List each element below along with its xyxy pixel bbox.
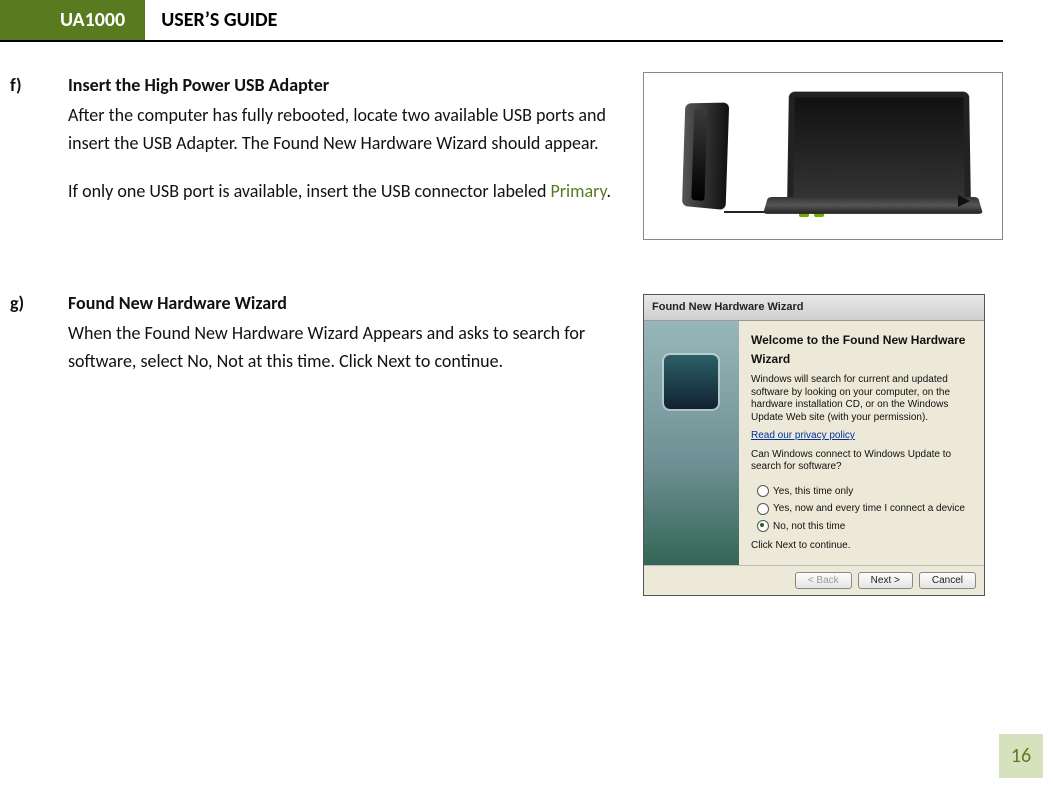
figure-adapter-laptop [643, 72, 1003, 240]
device-icon [664, 355, 718, 409]
wizard-welcome-heading: Welcome to the Found New Hardware Wizard [751, 331, 972, 368]
section-f-text: Insert the High Power USB Adapter After … [68, 72, 619, 240]
privacy-policy-link[interactable]: Read our privacy policy [751, 430, 855, 441]
wizard-question: Can Windows connect to Windows Update to… [751, 449, 972, 474]
document-title: USER’S GUIDE [145, 0, 293, 40]
product-badge: UA1000 [0, 0, 145, 40]
wizard-intro-text: Windows will search for current and upda… [751, 374, 972, 424]
radio-option-no[interactable]: No, not this time [757, 519, 972, 535]
back-button[interactable]: < Back [795, 572, 852, 589]
figure-wizard-screenshot: Found New Hardware Wizard Welcome to the… [643, 290, 1003, 596]
section-f-para1: After the computer has fully rebooted, l… [68, 102, 619, 158]
page-header: UA1000 USER’S GUIDE [0, 0, 1003, 42]
section-g-para1: When the Found New Hardware Wizard Appea… [68, 320, 619, 376]
section-g-heading: Found New Hardware Wizard [68, 290, 619, 318]
laptop-icon [788, 91, 978, 225]
wizard-titlebar: Found New Hardware Wizard [644, 295, 984, 321]
list-marker: g) [10, 290, 44, 596]
section-f-para2-post: . [607, 180, 612, 202]
section-f-para2: If only one USB port is available, inser… [68, 178, 619, 206]
radio-label: Yes, now and every time I connect a devi… [773, 501, 965, 517]
next-button[interactable]: Next > [858, 572, 913, 589]
wizard-side-graphic [644, 321, 739, 565]
wizard-radio-group: Yes, this time only Yes, now and every t… [757, 484, 972, 535]
cancel-button[interactable]: Cancel [919, 572, 976, 589]
radio-option-yes-once[interactable]: Yes, this time only [757, 484, 972, 500]
page-number: 16 [999, 734, 1043, 778]
section-f: f) Insert the High Power USB Adapter Aft… [10, 72, 1003, 240]
usb-adapter-icon [682, 102, 729, 209]
radio-icon [757, 520, 769, 532]
section-g: g) Found New Hardware Wizard When the Fo… [10, 290, 1003, 596]
wizard-window: Found New Hardware Wizard Welcome to the… [643, 294, 985, 596]
page-content: f) Insert the High Power USB Adapter Aft… [0, 42, 1053, 596]
primary-label: Primary [550, 180, 606, 202]
radio-label: No, not this time [773, 519, 845, 535]
wizard-click-next-text: Click Next to continue. [751, 540, 972, 553]
radio-icon [757, 503, 769, 515]
arrow-icon [958, 195, 970, 207]
radio-icon [757, 485, 769, 497]
section-g-text: Found New Hardware Wizard When the Found… [68, 290, 619, 596]
list-marker: f) [10, 72, 44, 240]
radio-option-yes-always[interactable]: Yes, now and every time I connect a devi… [757, 501, 972, 517]
section-f-heading: Insert the High Power USB Adapter [68, 72, 619, 100]
radio-label: Yes, this time only [773, 484, 853, 500]
wizard-button-bar: < Back Next > Cancel [644, 565, 984, 595]
section-f-para2-pre: If only one USB port is available, inser… [68, 180, 550, 202]
